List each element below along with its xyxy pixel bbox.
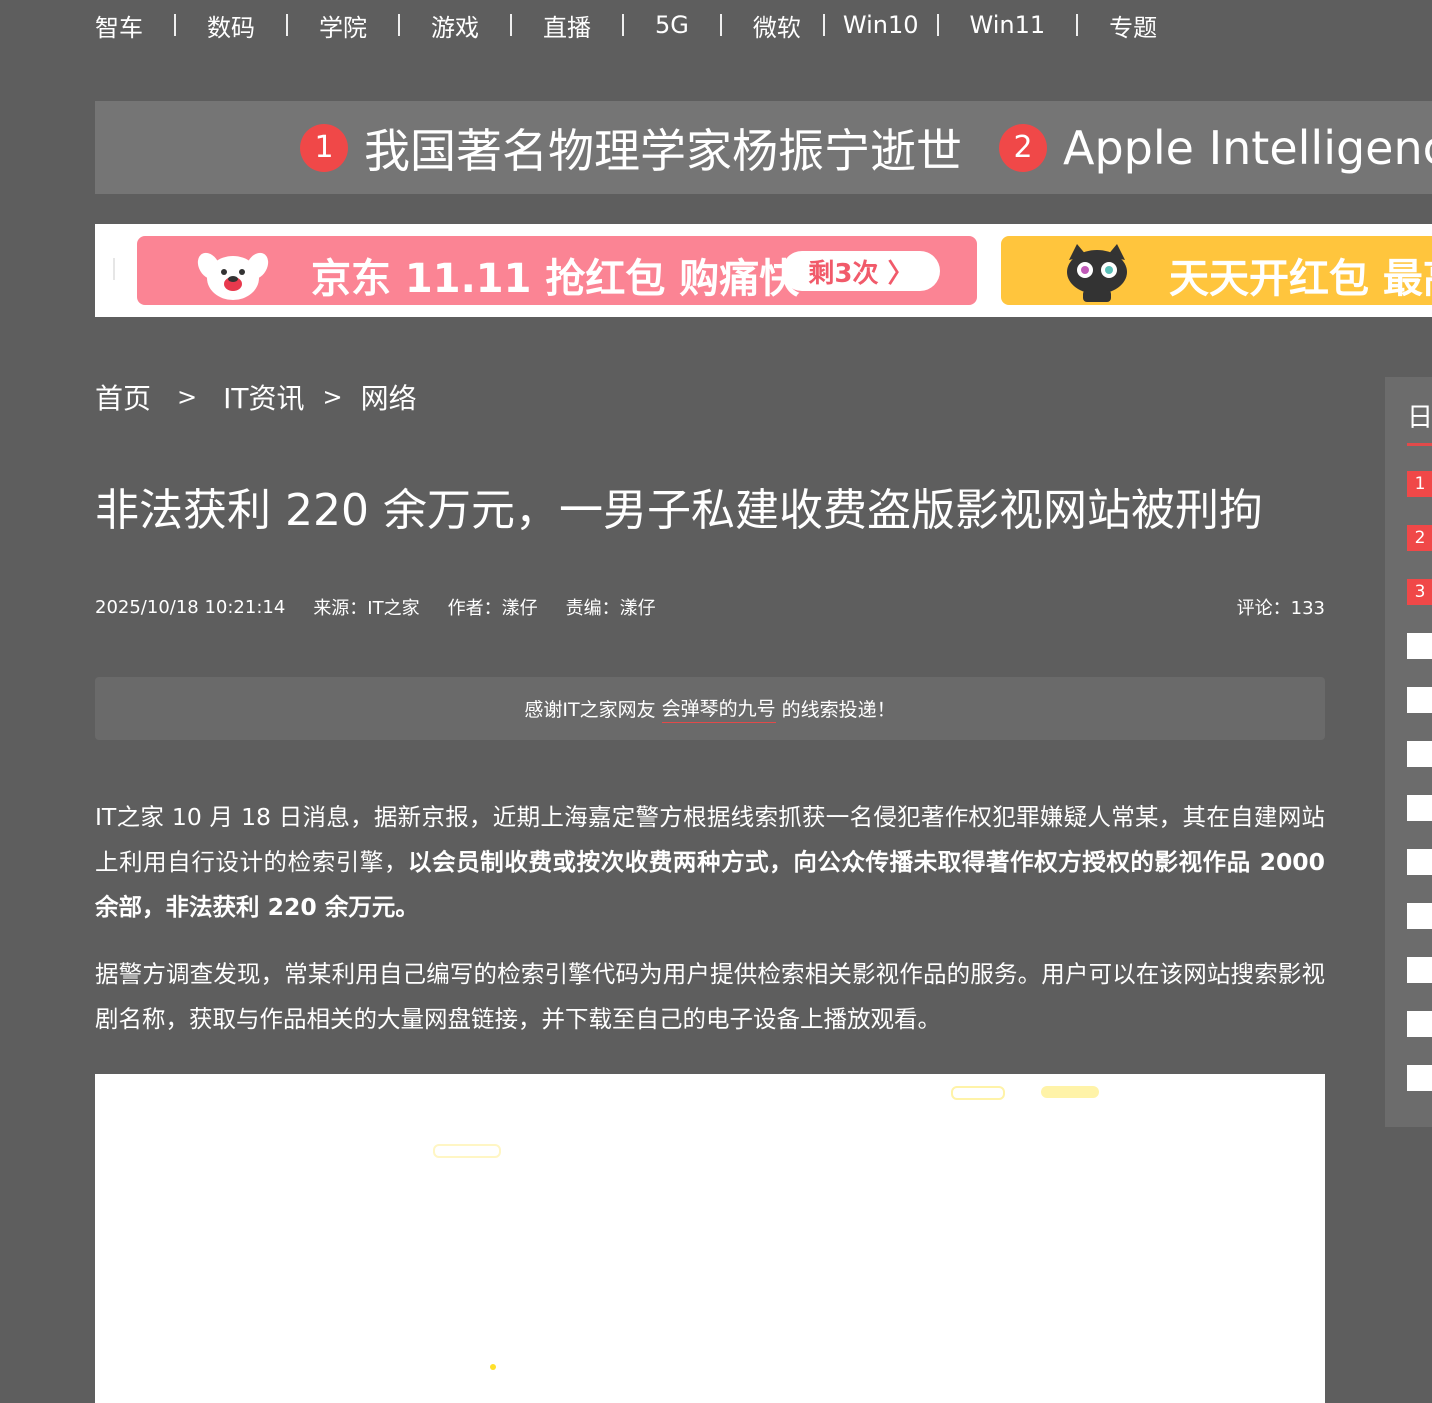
rank-badge: 1 [1407,471,1432,497]
thanks-suffix: 的线索投递！ [781,699,896,721]
jd-promo-text: 京东 11.11 抢红包 购痛快 [311,256,800,302]
article-source: 来源：IT之家 [313,598,420,619]
nav-separator [286,14,288,36]
breadcrumb-separator: > [322,383,343,411]
nav-separator [622,14,624,36]
article-title: 非法获利 220 余万元，一男子私建收费盗版影视网站被刑拘 [95,485,1263,536]
rank-badge-blank [1407,957,1432,983]
article-meta: 2025/10/18 10:21:14 来源：IT之家 作者：漾仔 责编：漾仔 … [95,594,1325,620]
breadcrumb-home[interactable]: 首页 [95,377,151,417]
nav-item-win10[interactable]: Win10 [843,11,919,39]
nav-separator [1076,14,1079,36]
nav-item-5g[interactable]: 5G [655,11,689,39]
article-editor: 责编：漾仔 [565,598,656,619]
nav-separator [398,14,400,36]
nav-item-digital[interactable]: 数码 [207,8,255,43]
rank-badge-blank [1407,849,1432,875]
rank-badge-blank [1407,795,1432,821]
article-body: IT之家 10 月 18 日消息，据新京报，近期上海嘉定警方根据线索抓获一名侵犯… [95,795,1325,1064]
nav-item-topics[interactable]: 专题 [1109,8,1157,43]
rank-badge-blank [1407,903,1432,929]
contributor-link[interactable]: 会弹琴的九号 [661,694,776,723]
image-speck [490,1364,496,1370]
image-speck [1041,1086,1099,1098]
nav-item-academy[interactable]: 学院 [319,8,367,43]
banner-marker [113,258,125,280]
rank-badge-blank [1407,741,1432,767]
rank-badge: 2 [999,123,1047,172]
rank-badge: 3 [1407,579,1432,605]
thanks-notice: 感谢IT之家网友 会弹琴的九号 的线索投递！ [95,677,1325,740]
jd-promo-card[interactable]: 京东 11.11 抢红包 购痛快 剩3次 〉 [137,236,977,305]
rank-badge-blank [1407,1011,1432,1037]
nav-item-win11[interactable]: Win11 [970,11,1046,39]
nav-separator [936,14,939,36]
rank-badge-blank [1407,1065,1432,1091]
image-speck [433,1144,501,1158]
nav-separator [822,14,825,36]
article-image [95,1074,1325,1403]
hot-headline-item[interactable]: 1 我国著名物理学家杨振宁逝世 [300,101,962,194]
remaining-chances-button[interactable]: 剩3次 〉 [782,251,940,291]
hot-headline-text: Apple Intelligence [1063,120,1432,175]
breadcrumb-separator: > [177,383,198,411]
article-author: 作者：漾仔 [447,598,538,619]
breadcrumb-network[interactable]: 网络 [361,377,417,417]
article-paragraph: IT之家 10 月 18 日消息，据新京报，近期上海嘉定警方根据线索抓获一名侵犯… [95,795,1325,930]
tmall-cat-mascot-icon [1067,244,1127,302]
nav-item-games[interactable]: 游戏 [431,8,479,43]
tmall-promo-card[interactable]: 天天开红包 最高 [1001,236,1432,305]
nav-item-smart-car[interactable]: 智车 [95,8,143,43]
promo-banner: 京东 11.11 抢红包 购痛快 剩3次 〉 天天开红包 最高 [95,224,1432,317]
publish-date: 2025/10/18 10:21:14 [95,596,286,618]
nav-separator [510,14,512,36]
rank-badge-blank [1407,633,1432,659]
article-paragraph: 据警方调查发现，常某利用自己编写的检索引擎代码为用户提供检索相关影视作品的服务。… [95,960,1325,1033]
jd-dog-mascot-icon [197,252,269,300]
rank-badge: 2 [1407,525,1432,551]
nav-separator [174,14,176,36]
right-sidebar-ranking: 日 1 2 3 [1385,377,1432,1127]
thanks-prefix: 感谢IT之家网友 [524,699,656,721]
nav-separator [719,14,722,36]
image-speck [951,1086,1005,1100]
breadcrumb-it-news[interactable]: IT资讯 [223,377,304,417]
hot-headline-text: 我国著名物理学家杨振宁逝世 [364,123,962,178]
hot-headline-item[interactable]: 2 Apple Intelligence [999,101,1432,194]
tmall-promo-text: 天天开红包 最高 [1169,256,1432,302]
nav-item-microsoft[interactable]: 微软 [753,8,801,43]
sidebar-tab-daily[interactable]: 日 [1407,397,1432,446]
hot-headlines-bar: 1 我国著名物理学家杨振宁逝世 2 Apple Intelligence [95,101,1432,194]
top-nav: 智车 数码 学院 游戏 直播 5G 微软 Win10 Win11 专题 [95,0,1157,50]
rank-badge-blank [1407,687,1432,713]
nav-item-live[interactable]: 直播 [543,8,591,43]
comment-count-link[interactable]: 评论：133 [1237,594,1325,620]
breadcrumb: 首页 > IT资讯 > 网络 [95,377,417,417]
rank-badge: 1 [300,123,348,172]
